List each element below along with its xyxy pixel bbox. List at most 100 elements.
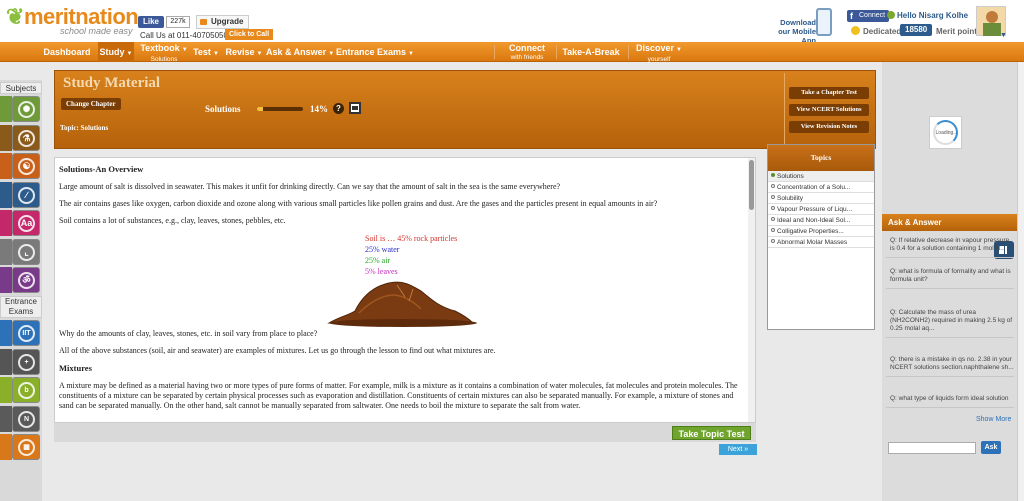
plus-icon[interactable]: + [12,348,40,375]
upgrade-button[interactable]: Upgrade [196,15,250,29]
icon-glyph: ✺ [18,101,35,118]
merit-points-value: 18580 [900,24,933,36]
topic-bullet-icon [771,195,775,199]
view-ncert-solutions-button[interactable]: View NCERT Solutions [789,104,869,116]
biology-icon[interactable]: ☯ [12,153,40,179]
nav-connect[interactable]: Connect with friends [502,42,552,62]
nav-entrance-exams[interactable]: Entrance Exams ▼ [336,42,414,62]
hindi-icon[interactable]: ॐ [12,267,40,293]
topic-item[interactable]: Abnormal Molar Masses [768,237,874,248]
topic-bullet-icon [771,206,775,210]
rail-tab[interactable] [0,405,12,432]
atom-icon[interactable]: ✺ [12,96,40,122]
topic-label: Vapour Pressure of Liqu... [777,206,853,213]
chapter-progress-bar [257,107,303,111]
next-button[interactable]: Next » [719,444,757,455]
question-item[interactable]: Q: what is formula of formality and what… [886,266,1014,289]
progress-fill [257,107,264,111]
topic-item[interactable]: Vapour Pressure of Liqu... [768,204,874,215]
topic-label: Concentration of a Solu... [777,184,851,191]
lesson-paragraph: Soil contains a lot of substances, e.g.,… [59,216,286,225]
rail-tab[interactable] [0,377,12,403]
download-mobile-app-link[interactable]: Download our Mobile App [770,18,816,45]
ask-button[interactable]: Ask [981,441,1001,454]
legend-item: 25% water [365,245,400,254]
loading-text: Loading... [935,130,958,136]
subject-rail: Subjects ✺ ⚗ ☯ ∕ Aa ⌞ ॐ Entrance Exams IIT + b N ▦ [0,80,42,501]
lesson-paragraph: All of the above substances (soil, air a… [59,346,496,355]
topic-item[interactable]: Concentration of a Solu... [768,182,874,193]
scrollbar-thumb[interactable] [749,160,754,210]
topic-item[interactable]: Solutions [768,171,874,182]
rail-tab[interactable] [0,124,12,151]
graph-icon[interactable]: ⌞ [12,238,40,265]
facebook-connect-button[interactable]: Connect [847,10,889,22]
facebook-like-button[interactable]: Like [138,16,164,28]
view-revision-notes-button[interactable]: View Revision Notes [789,121,869,133]
rail-tab[interactable] [0,434,12,460]
nav-test[interactable]: Test ▼ [192,42,220,62]
content-scrollbar[interactable] [748,158,755,422]
lesson-paragraph: The air contains gases like oxygen, carb… [59,199,658,208]
current-topic-label: Topic: Solutions [60,124,109,132]
chevron-down-icon: ▼ [408,51,414,57]
take-chapter-test-button[interactable]: Take a Chapter Test [789,87,869,99]
topic-label: Colligative Properties... [777,228,844,235]
nav-textbook-solutions[interactable]: Textbook ▼ Solutions [138,42,190,64]
legend-item: 5% leaves [365,267,398,276]
call-us-text: Call Us at 011-40705050 or [140,31,238,40]
rail-tab[interactable] [0,238,12,265]
soil-pile-icon [327,281,477,327]
topic-bullet-icon [771,173,775,177]
nav-ask-answer[interactable]: Ask & Answer ▼ [266,42,334,62]
nav-divider [494,45,495,59]
soil-composition-legend: Soil is … 45% rock particles 25% water 25%… [365,233,743,277]
user-greeting[interactable]: Hello Nisarg Kolhe [886,11,968,20]
rail-tab[interactable] [0,348,12,375]
mobile-phone-icon[interactable] [816,8,832,36]
lesson-paragraph: A mixture may be defined as a material h… [59,381,738,410]
nav-take-a-break[interactable]: Take-A-Break [560,42,622,62]
chevron-down-icon: ▼ [212,51,219,57]
rail-tab[interactable] [0,153,12,179]
rail-tab[interactable] [0,181,12,208]
lesson-heading: Solutions-An Overview [59,164,144,174]
rail-tab[interactable] [0,210,12,236]
nav-discover[interactable]: Discover ▼ yourself [632,42,686,64]
icon-glyph: N [18,410,35,428]
topic-item[interactable]: Colligative Properties... [768,226,874,237]
iit-icon[interactable]: IIT [12,320,40,346]
nav-dashboard[interactable]: Dashboard [40,42,94,62]
topic-item[interactable]: Solubility [768,193,874,204]
print-icon[interactable] [349,102,361,114]
topics-heading: Topics [768,145,874,171]
study-material-header: Study Material Change Chapter Topic: Sol… [54,70,876,149]
nav-revise[interactable]: Revise ▼ [224,42,264,62]
topic-bullet-icon [771,239,775,243]
bitsat-icon[interactable]: b [12,377,40,403]
lesson-subheading: Mixtures [59,363,92,373]
show-more-link[interactable]: Show More [976,416,1011,423]
page-scrollbar[interactable] [1017,62,1024,501]
question-item[interactable]: Q: there is a mistake in qs no. 2.38 in … [886,354,1014,377]
change-chapter-button[interactable]: Change Chapter [61,98,121,110]
flask-icon[interactable]: ⚗ [12,124,40,151]
chevron-down-icon[interactable]: ▼ [1000,32,1007,39]
click-to-call-button[interactable]: Click to Call [225,29,274,40]
question-item[interactable]: Q: If relative decrease in vapour pressu… [886,235,1014,258]
topic-item[interactable]: Ideal and Non-Ideal Sol... [768,215,874,226]
rail-tab[interactable] [0,320,12,346]
rail-tab[interactable] [0,96,12,122]
take-topic-test-button[interactable]: Take Topic Test [672,426,751,440]
nav-study[interactable]: Study ▼ [98,42,134,62]
rail-tab[interactable] [0,267,12,293]
question-item[interactable]: Q: what type of liquids form ideal solut… [886,393,1014,408]
ask-question-input[interactable] [888,442,976,454]
math-icon[interactable]: ∕ [12,181,40,208]
help-icon[interactable]: ? [333,103,344,114]
question-item[interactable]: Q: Calculate the mass of urea (NH2CONH2)… [886,307,1014,338]
ncert-icon[interactable]: N [12,405,40,432]
calculator-icon[interactable]: ▦ [12,434,40,460]
subjects-label: Subjects [0,82,42,94]
english-icon[interactable]: Aa [12,210,40,236]
